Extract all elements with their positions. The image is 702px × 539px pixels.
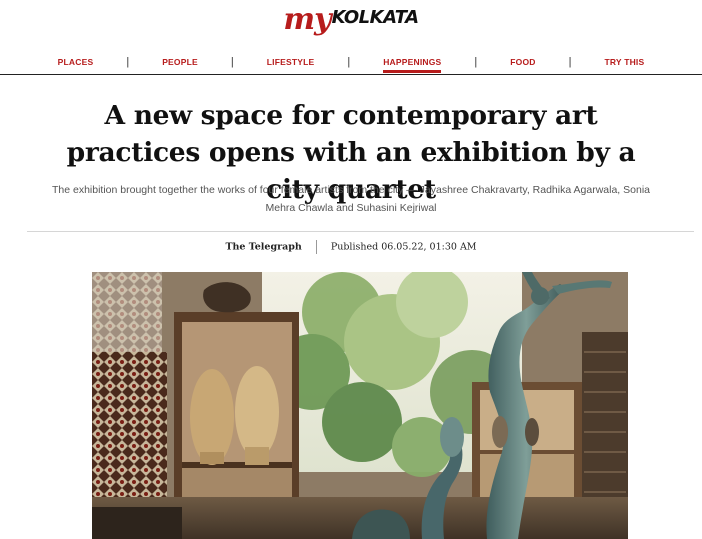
nav-separator: | <box>126 56 130 68</box>
divider <box>27 231 694 232</box>
logo-kolkata-text: KOLKATA <box>331 7 420 28</box>
nav-item-try-this[interactable]: TRY THIS <box>605 52 645 72</box>
byline-published: Published 06.05.22, 01:30 AM <box>330 241 477 253</box>
nav-item-happenings[interactable]: HAPPENINGS <box>383 52 442 73</box>
site-logo[interactable]: myKOLKATA <box>0 0 702 40</box>
article-photo[interactable] <box>92 272 628 539</box>
nav-item-people[interactable]: PEOPLE <box>162 52 198 72</box>
nav-item-lifestyle[interactable]: LIFESTYLE <box>267 52 315 72</box>
nav-item-food[interactable]: FOOD <box>510 52 535 72</box>
nav-item-places[interactable]: PLACES <box>58 52 94 72</box>
main-nav: PLACES | PEOPLE | LIFESTYLE | HAPPENINGS… <box>0 52 702 75</box>
byline-source[interactable]: The Telegraph <box>225 242 301 253</box>
article-standfirst: The exhibition brought together the work… <box>51 184 650 214</box>
byline-divider <box>315 240 317 254</box>
logo-my-text: my <box>283 2 331 37</box>
nav-separator: | <box>568 56 572 68</box>
byline: The Telegraph Published 06.05.22, 01:30 A… <box>0 240 702 254</box>
nav-separator: | <box>230 56 234 68</box>
nav-separator: | <box>474 56 478 68</box>
nav-separator: | <box>347 56 351 68</box>
